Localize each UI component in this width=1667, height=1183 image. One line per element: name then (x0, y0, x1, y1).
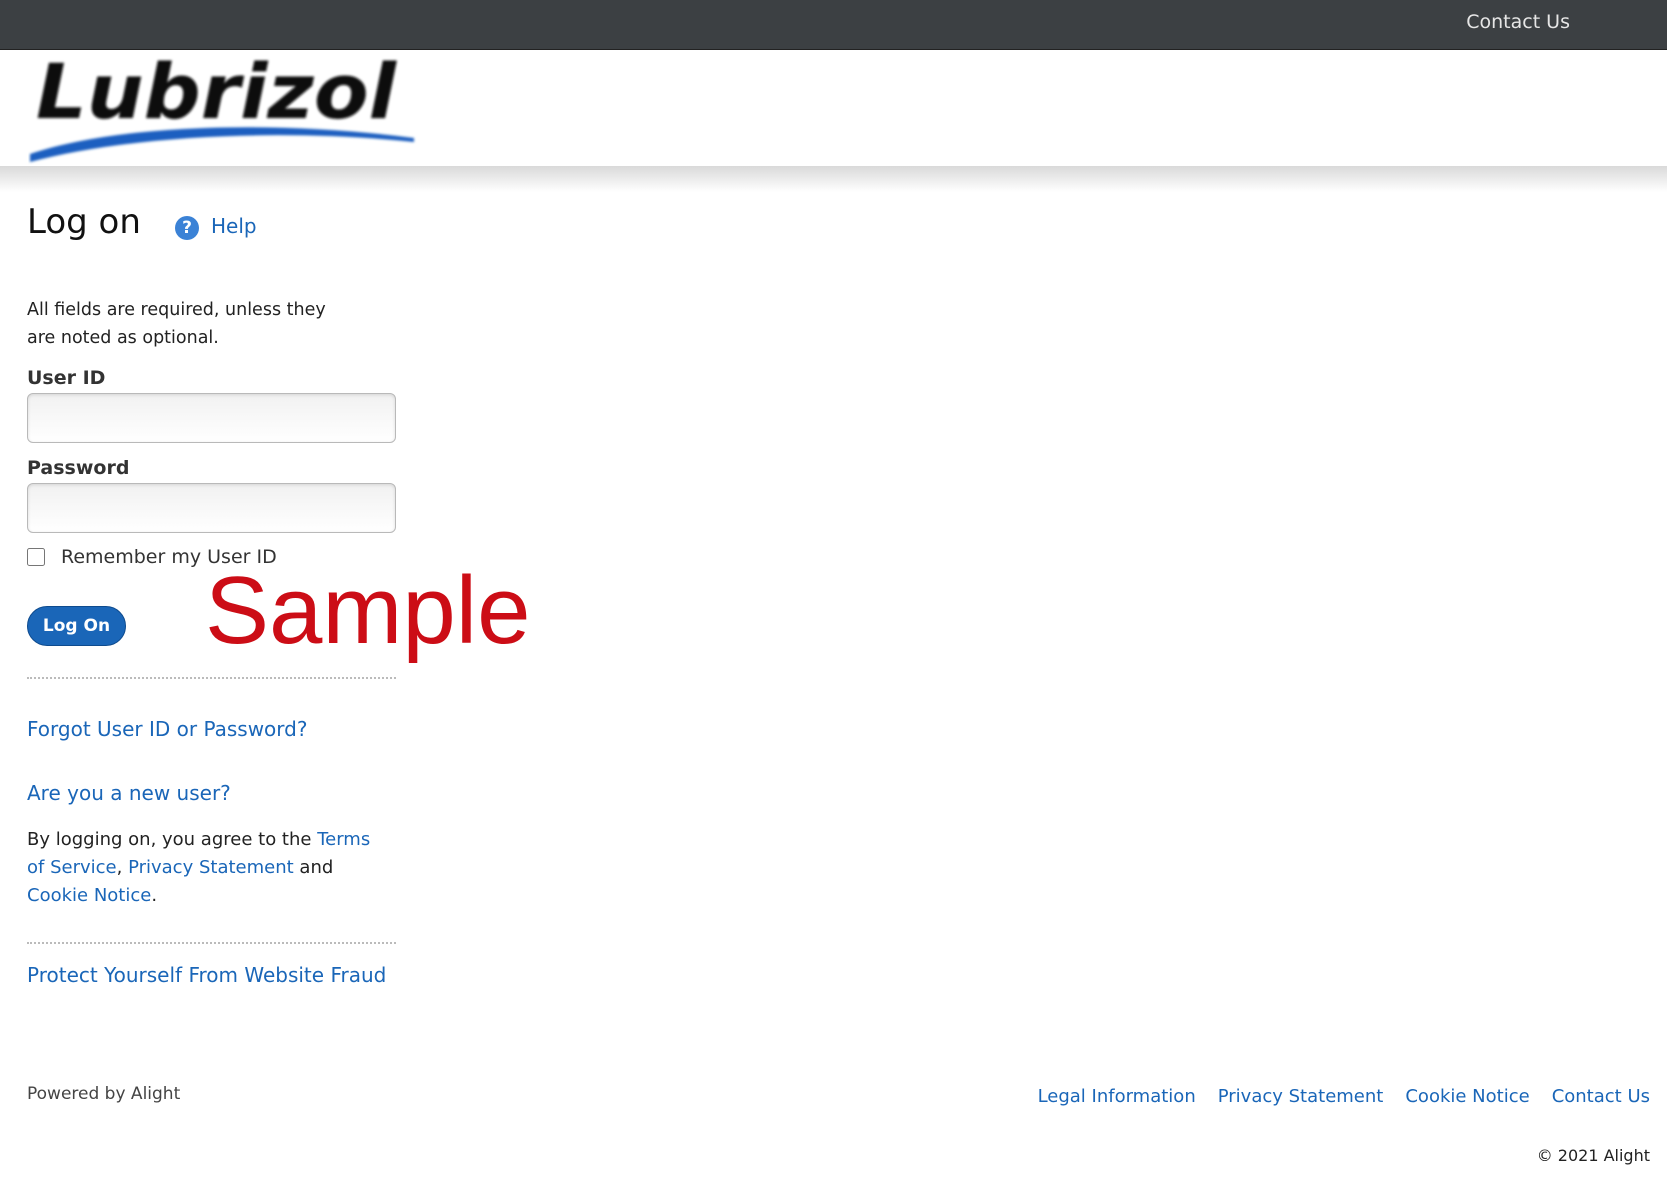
privacy-statement-link[interactable]: Privacy Statement (128, 857, 294, 878)
powered-by: Powered by Alight (27, 1084, 181, 1104)
log-on-button[interactable]: Log On (27, 606, 126, 646)
footer-links: Legal Information Privacy Statement Cook… (1038, 1086, 1650, 1107)
footer-cookie-notice-link[interactable]: Cookie Notice (1405, 1086, 1529, 1107)
password-input[interactable] (27, 483, 396, 533)
copyright: © 2021 Alight (1536, 1146, 1650, 1165)
new-user-link[interactable]: Are you a new user? (27, 781, 231, 805)
footer-legal-information-link[interactable]: Legal Information (1038, 1086, 1196, 1107)
agreement-and: and (293, 857, 334, 878)
agreement-end: . (151, 885, 158, 906)
forgot-credentials-link[interactable]: Forgot User ID or Password? (27, 717, 307, 741)
divider-2 (27, 942, 396, 944)
agreement-prefix: By logging on, you agree to the (27, 829, 318, 850)
help-label: Help (211, 214, 257, 238)
help-link[interactable]: ? Help (175, 212, 257, 240)
top-contact-us-link[interactable]: Contact Us (1466, 11, 1570, 33)
top-bar: Contact Us (0, 0, 1667, 50)
logo-wordmark: Lubrizol (36, 50, 397, 136)
password-label: Password (27, 457, 130, 479)
header-shadow (0, 166, 1667, 192)
question-circle-icon: ? (175, 216, 199, 240)
page-title: Log on (27, 202, 141, 242)
agreement-text: By logging on, you agree to the Terms of… (27, 826, 387, 910)
lubrizol-logo: Lubrizol (30, 50, 414, 162)
required-fields-note: All fields are required, unless they are… (27, 300, 326, 348)
footer-privacy-statement-link[interactable]: Privacy Statement (1218, 1086, 1384, 1107)
agreement-comma: , (116, 857, 129, 878)
divider-1 (27, 677, 396, 679)
remember-userid-checkbox[interactable] (27, 548, 45, 566)
userid-label: User ID (27, 367, 106, 389)
footer-contact-us-link[interactable]: Contact Us (1552, 1086, 1650, 1107)
website-fraud-link[interactable]: Protect Yourself From Website Fraud (27, 963, 386, 987)
sample-watermark: Sample (205, 557, 531, 664)
cookie-notice-link[interactable]: Cookie Notice (27, 885, 151, 906)
userid-input[interactable] (27, 393, 396, 443)
